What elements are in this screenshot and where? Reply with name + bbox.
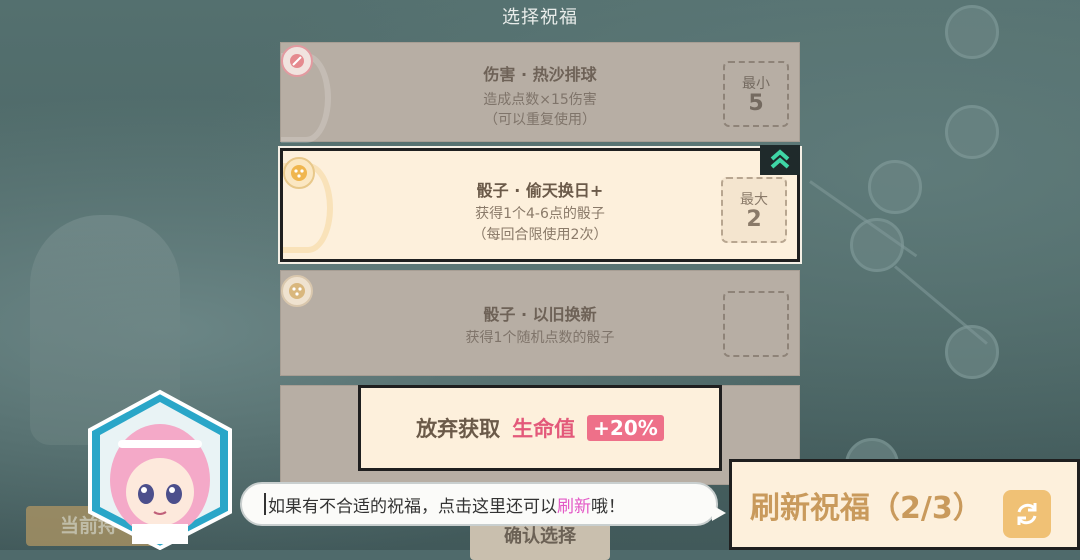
- card-badge: 最小 5: [723, 61, 789, 127]
- card-desc-note: （每回合限使用2次）: [472, 227, 608, 243]
- card-desc-note: （可以重复使用）: [484, 112, 596, 128]
- card-title: 骰子 · 以旧换新: [483, 305, 597, 324]
- abandon-label: 放弃获取: [416, 417, 501, 441]
- speech-tail: [712, 505, 726, 521]
- blessing-card-2[interactable]: 骰子 · 偷天换日+ 获得1个4-6点的骰子 （每回合限使用2次） 最大 2: [278, 145, 802, 264]
- map-node: [945, 105, 999, 159]
- card-badge: 最大 2: [721, 177, 787, 243]
- card-desc: 获得1个4-6点的骰子: [475, 206, 605, 222]
- double-chevron-up-icon: [760, 145, 800, 175]
- abandon-button[interactable]: 放弃获取 生命值 +20%: [358, 385, 722, 471]
- card-desc: 获得1个随机点数的骰子: [465, 330, 615, 346]
- speech-text: 如果有不合适的祝福，点击这里还可以: [268, 496, 557, 517]
- refresh-icon: [1003, 490, 1051, 538]
- card-title: 伤害 · 热沙排球: [483, 65, 597, 84]
- map-path: [894, 265, 988, 345]
- text-caret: [264, 493, 266, 515]
- badge-value: 2: [746, 207, 762, 232]
- blessing-card-1[interactable]: 伤害 · 热沙排球 造成点数×15伤害 （可以重复使用） 最小 5: [280, 42, 800, 143]
- page-title: 选择祝福: [502, 7, 578, 28]
- blessing-card-3[interactable]: 骰子 · 以旧换新 获得1个随机点数的骰子: [280, 270, 800, 376]
- card-title: 骰子 · 偷天换日+: [476, 181, 604, 200]
- map-node: [868, 160, 922, 214]
- abandon-bonus: +20%: [587, 415, 664, 441]
- badge-label: 最大: [740, 192, 768, 208]
- badge-value: 5: [748, 91, 764, 116]
- badge-label: 最小: [742, 76, 770, 92]
- card-badge-empty: [723, 291, 789, 357]
- speech-highlight: 刷新: [557, 496, 591, 517]
- guide-avatar: [82, 388, 238, 551]
- speech-suffix: 哦！: [591, 496, 625, 517]
- abandon-stat: 生命值: [512, 417, 576, 441]
- card-desc: 造成点数×15伤害: [483, 92, 597, 108]
- guide-speech-bubble: 如果有不合适的祝福，点击这里还可以 刷新 哦！: [240, 482, 718, 526]
- refresh-blessing-button[interactable]: 刷新祝福（2/3）: [729, 459, 1080, 550]
- confirm-button[interactable]: 确认选择: [470, 520, 610, 560]
- refresh-label: 刷新祝福（2/3）: [750, 490, 983, 526]
